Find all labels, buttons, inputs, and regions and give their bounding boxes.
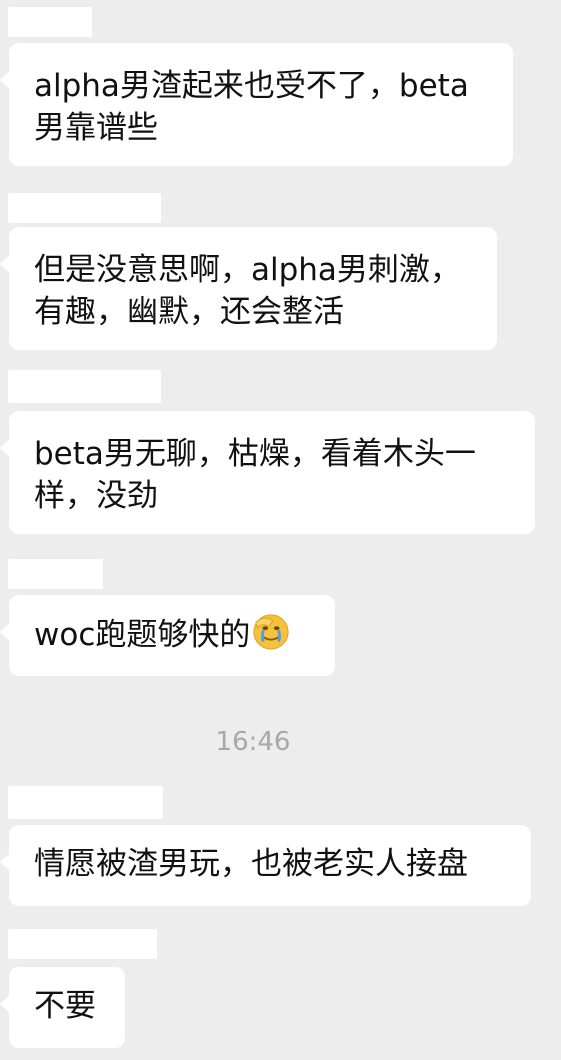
message-bubble[interactable]: 不要 xyxy=(0,967,125,1048)
message-bubble[interactable]: 但是没意思啊，alpha男刺激， 有趣，幽默，还会整活 xyxy=(0,227,497,350)
message-text: woc跑题够快的 xyxy=(34,617,251,653)
sender-name-placeholder xyxy=(8,370,161,403)
sender-name-placeholder xyxy=(8,559,103,589)
message-bubble[interactable]: 情愿被渣男玩，也被老实人接盘 xyxy=(0,825,531,906)
chat-timestamp: 16:46 xyxy=(215,727,291,757)
sender-name-placeholder xyxy=(8,193,161,223)
message-text: 情愿被渣男玩，也被老实人接盘 xyxy=(34,846,468,882)
message-text: 但是没意思啊，alpha男刺激， 有趣，幽默，还会整活 xyxy=(34,252,461,330)
facepalm-crying-emoji-icon xyxy=(253,614,289,650)
message-bubble[interactable]: woc跑题够快的 xyxy=(0,595,335,676)
sender-name-placeholder xyxy=(8,7,92,37)
message-text: beta男无聊，枯燥，看着木头一 样，没劲 xyxy=(34,436,476,514)
message-bubble[interactable]: alpha男渣起来也受不了，beta 男靠谱些 xyxy=(0,43,513,166)
sender-name-placeholder xyxy=(8,929,157,959)
message-text: 不要 xyxy=(34,988,96,1024)
message-text: alpha男渣起来也受不了，beta 男靠谱些 xyxy=(34,68,469,146)
sender-name-placeholder xyxy=(8,786,163,819)
message-bubble[interactable]: beta男无聊，枯燥，看着木头一 样，没劲 xyxy=(0,411,535,534)
